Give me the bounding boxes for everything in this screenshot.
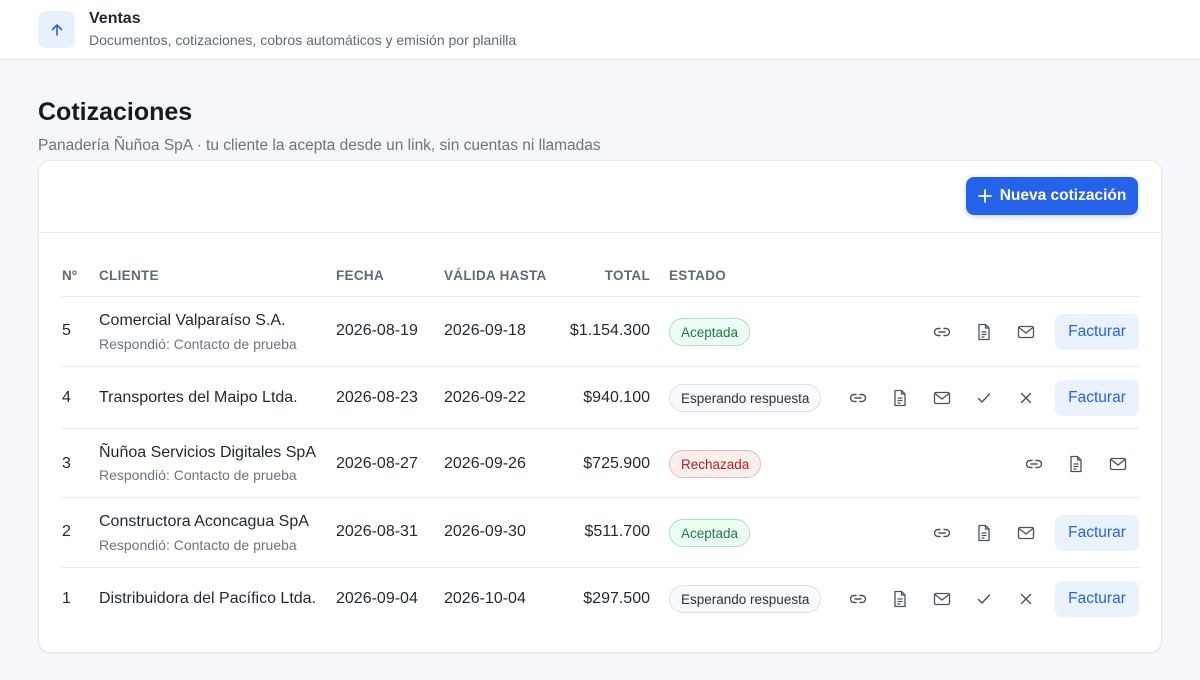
arrow-up-icon[interactable]: [38, 11, 75, 48]
document-icon[interactable]: [963, 314, 1005, 350]
row-number: 2: [62, 523, 71, 540]
link-icon[interactable]: [837, 581, 879, 617]
quote-date: 2026-09-04: [336, 590, 418, 607]
valid-until: 2026-09-26: [444, 455, 526, 472]
client-response: Respondió: Contacto de prueba: [99, 467, 297, 483]
page-subtitle: Panadería Ñuñoa SpA · tu cliente la acep…: [38, 137, 601, 154]
valid-until: 2026-09-22: [444, 389, 526, 406]
new-quote-label: Nueva cotización: [999, 187, 1127, 204]
plus-icon: [977, 189, 992, 203]
table-row: 4 Transportes del Maipo Ltda. 2026-08-23…: [62, 367, 1139, 429]
client-name: Comercial Valparaíso S.A.: [99, 312, 286, 329]
table-row: 2 Constructora Aconcagua SpA Respondió: …: [62, 498, 1139, 568]
status-badge: Aceptada: [669, 519, 751, 547]
client-response: Respondió: Contacto de prueba: [99, 336, 297, 352]
top-bar: Ventas Documentos, cotizaciones, cobros …: [0, 0, 1200, 60]
row-number: 5: [62, 322, 71, 339]
status-badge: Aceptada: [669, 318, 751, 346]
check-icon[interactable]: [963, 380, 1005, 416]
column-header-valid-until: VÁLIDA HASTA: [444, 268, 547, 283]
row-number: 4: [62, 389, 71, 406]
link-icon[interactable]: [921, 515, 963, 551]
document-icon[interactable]: [879, 581, 921, 617]
client-name: Distribuidora del Pacífico Ltda.: [99, 590, 316, 607]
row-actions: [1013, 446, 1139, 482]
link-icon[interactable]: [921, 314, 963, 350]
row-actions: Facturar: [837, 380, 1139, 416]
section-title: Ventas: [89, 10, 141, 27]
column-header-status: ESTADO: [669, 268, 727, 283]
quote-total: $725.900: [583, 455, 650, 472]
link-icon[interactable]: [1013, 446, 1055, 482]
table-header: Nº CLIENTE FECHA VÁLIDA HASTA TOTAL ESTA…: [62, 265, 1139, 297]
facturar-button[interactable]: Facturar: [1055, 314, 1139, 350]
row-number: 1: [62, 590, 71, 607]
mail-icon[interactable]: [921, 581, 963, 617]
status-badge: Rechazada: [669, 450, 762, 478]
client-name: Transportes del Maipo Ltda.: [99, 389, 298, 406]
section-subtitle: Documentos, cotizaciones, cobros automát…: [89, 32, 517, 48]
quote-date: 2026-08-23: [336, 389, 418, 406]
quote-total: $940.100: [583, 389, 650, 406]
row-actions: Facturar: [921, 314, 1139, 350]
table-row: 5 Comercial Valparaíso S.A. Respondió: C…: [62, 297, 1139, 367]
valid-until: 2026-10-04: [444, 590, 526, 607]
facturar-button[interactable]: Facturar: [1055, 380, 1139, 416]
row-actions: Facturar: [837, 581, 1139, 617]
client-name: Ñuñoa Servicios Digitales SpA: [99, 444, 316, 461]
facturar-button[interactable]: Facturar: [1055, 515, 1139, 551]
card-header: Nueva cotización: [39, 161, 1161, 233]
client-name: Constructora Aconcagua SpA: [99, 513, 309, 530]
quotes-card: Nueva cotización Nº CLIENTE FECHA VÁLIDA…: [38, 160, 1162, 653]
valid-until: 2026-09-30: [444, 523, 526, 540]
row-number: 3: [62, 455, 71, 472]
page-title: Cotizaciones: [38, 98, 193, 126]
document-icon[interactable]: [1055, 446, 1097, 482]
document-icon[interactable]: [963, 515, 1005, 551]
row-actions: Facturar: [921, 515, 1139, 551]
facturar-button[interactable]: Facturar: [1055, 581, 1139, 617]
valid-until: 2026-09-18: [444, 322, 526, 339]
quote-total: $297.500: [583, 590, 650, 607]
column-header-client: CLIENTE: [99, 268, 159, 283]
quote-date: 2026-08-19: [336, 322, 418, 339]
client-response: Respondió: Contacto de prueba: [99, 537, 297, 553]
mail-icon[interactable]: [1005, 314, 1047, 350]
column-header-date: FECHA: [336, 268, 384, 283]
column-header-num: Nº: [62, 268, 78, 283]
link-icon[interactable]: [837, 380, 879, 416]
status-badge: Esperando respuesta: [669, 585, 822, 613]
mail-icon[interactable]: [1005, 515, 1047, 551]
document-icon[interactable]: [879, 380, 921, 416]
quote-date: 2026-08-27: [336, 455, 418, 472]
new-quote-button[interactable]: Nueva cotización: [966, 177, 1138, 215]
close-icon[interactable]: [1005, 380, 1047, 416]
quote-date: 2026-08-31: [336, 523, 418, 540]
quote-total: $511.700: [584, 523, 650, 540]
table-row: 3 Ñuñoa Servicios Digitales SpA Respondi…: [62, 429, 1139, 498]
check-icon[interactable]: [963, 581, 1005, 617]
table-row: 1 Distribuidora del Pacífico Ltda. 2026-…: [62, 568, 1139, 630]
close-icon[interactable]: [1005, 581, 1047, 617]
mail-icon[interactable]: [921, 380, 963, 416]
column-header-total: TOTAL: [604, 268, 650, 283]
quote-total: $1.154.300: [569, 322, 650, 339]
mail-icon[interactable]: [1097, 446, 1139, 482]
status-badge: Esperando respuesta: [669, 384, 822, 412]
